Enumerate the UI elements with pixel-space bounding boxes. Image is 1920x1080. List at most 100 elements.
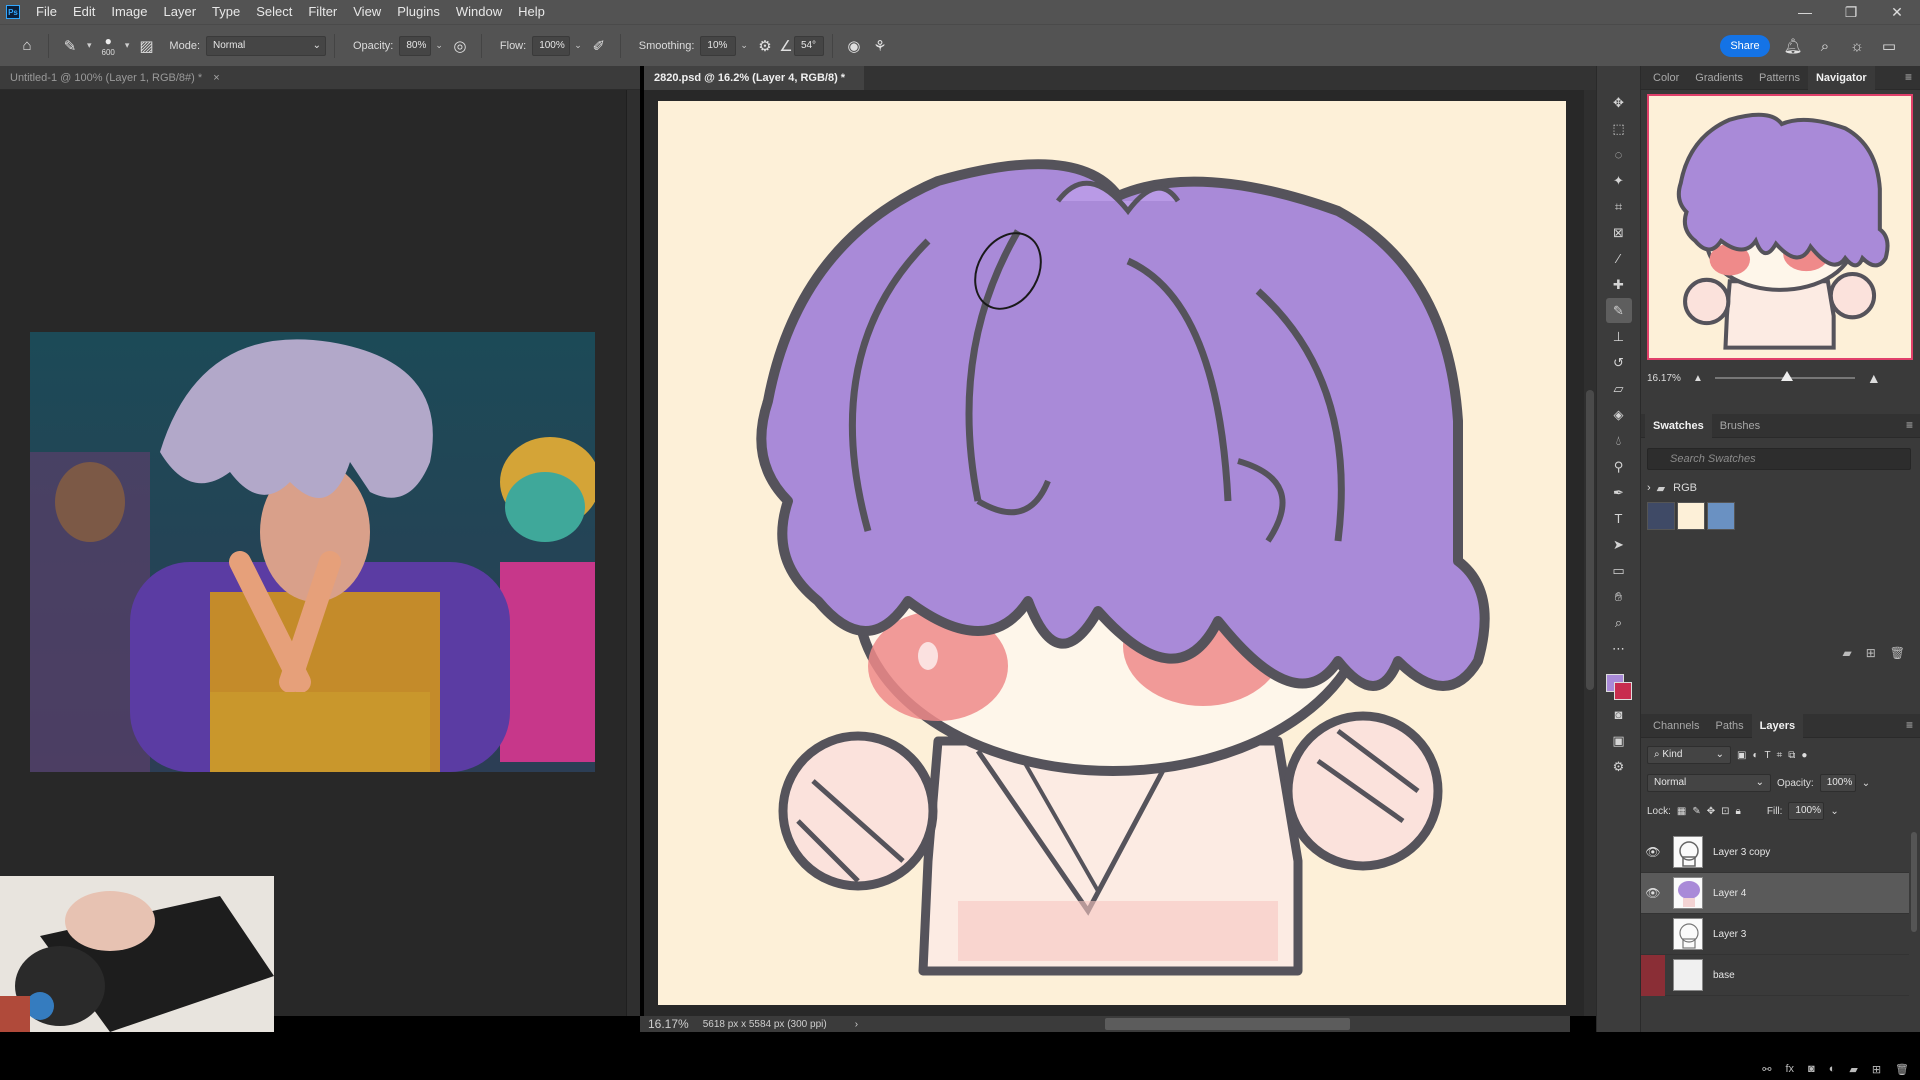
menu-window[interactable]: Window	[448, 0, 510, 24]
visibility-eye-icon[interactable]: 👁︎	[1641, 954, 1665, 996]
tab-navigator[interactable]: Navigator	[1807, 65, 1875, 90]
airbrush-icon[interactable]: ✐	[586, 33, 612, 59]
filter-smart-object-icon[interactable]: ⧉	[1788, 750, 1795, 761]
swatch-color[interactable]	[1647, 502, 1675, 530]
new-group-folder-icon[interactable]: ▰	[1849, 1063, 1857, 1076]
healing-brush-tool-icon[interactable]: ✚	[1606, 272, 1632, 297]
lock-artboard-icon[interactable]: ⊡	[1721, 806, 1729, 817]
menu-filter[interactable]: Filter	[300, 0, 345, 24]
eraser-tool-icon[interactable]: ▱	[1606, 376, 1632, 401]
menu-edit[interactable]: Edit	[65, 0, 103, 24]
add-mask-icon[interactable]: ◙	[1808, 1063, 1815, 1075]
menu-view[interactable]: View	[345, 0, 389, 24]
tab-swatches[interactable]: Swatches	[1645, 413, 1712, 438]
filter-toggle-icon[interactable]: ●	[1801, 750, 1807, 761]
layer-row[interactable]: 👁︎ Layer 3 copy	[1641, 832, 1909, 873]
swatch-group-rgb[interactable]: › ▰ RGB	[1647, 478, 1697, 498]
swatch-search-input[interactable]: Search Swatches	[1647, 448, 1911, 470]
notifications-bell-icon[interactable]: 🔔︎	[1780, 33, 1806, 59]
lock-pixels-icon[interactable]: ✎	[1692, 806, 1700, 817]
lasso-tool-icon[interactable]: ◌	[1606, 142, 1632, 167]
brush-size-picker[interactable]: ● 600	[102, 34, 115, 57]
panel-menu-icon[interactable]: ≡	[1905, 70, 1912, 84]
eyedropper-tool-icon[interactable]: ⁄	[1606, 246, 1632, 271]
workspace-layout-icon[interactable]: ▭	[1876, 33, 1902, 59]
discover-lightbulb-icon[interactable]: ☼	[1844, 33, 1870, 59]
adjustment-layer-icon[interactable]: ◐	[1829, 1063, 1836, 1075]
navigator-preview[interactable]	[1647, 94, 1913, 360]
link-layers-icon[interactable]: ⚯	[1762, 1063, 1771, 1076]
color-swatches[interactable]	[1604, 668, 1634, 702]
generative-fill-icon[interactable]: ⚙	[1606, 754, 1632, 779]
menu-plugins[interactable]: Plugins	[389, 0, 448, 24]
trash-icon[interactable]: 🗑︎	[1895, 1063, 1909, 1076]
swatch-color[interactable]	[1707, 502, 1735, 530]
angle-input[interactable]: 54°	[793, 35, 824, 56]
filter-type-icon[interactable]: T	[1765, 750, 1771, 761]
drawing-canvas[interactable]	[658, 101, 1566, 1005]
search-icon[interactable]: ⌕	[1812, 33, 1838, 59]
tab-brushes[interactable]: Brushes	[1712, 414, 1768, 438]
tab-color[interactable]: Color	[1645, 66, 1687, 90]
path-selection-tool-icon[interactable]: ➤	[1606, 532, 1632, 557]
menu-image[interactable]: Image	[103, 0, 155, 24]
new-swatch-icon[interactable]: ⊞	[1866, 646, 1876, 668]
layer-row[interactable]: 👁︎ base	[1641, 954, 1909, 996]
crop-tool-icon[interactable]: ⌗	[1606, 194, 1632, 219]
smoothing-input[interactable]: 10%	[700, 35, 737, 56]
lock-transparency-icon[interactable]: ▦	[1677, 806, 1686, 817]
symmetry-icon[interactable]: ⚘	[867, 33, 893, 59]
tab-channels[interactable]: Channels	[1645, 714, 1707, 738]
tab-gradients[interactable]: Gradients	[1687, 66, 1751, 90]
zoom-in-icon[interactable]: ▲	[1867, 370, 1881, 386]
menu-help[interactable]: Help	[510, 0, 553, 24]
pressure-size-icon[interactable]: ◉	[841, 33, 867, 59]
menu-layer[interactable]: Layer	[156, 0, 205, 24]
history-brush-tool-icon[interactable]: ↺	[1606, 350, 1632, 375]
rectangle-tool-icon[interactable]: ▭	[1606, 558, 1632, 583]
paint-bucket-tool-icon[interactable]: ◈	[1606, 402, 1632, 427]
blend-mode-select[interactable]: Normal ⌄	[1647, 774, 1771, 792]
chevron-down-icon[interactable]: ⌄	[1862, 778, 1870, 789]
type-tool-icon[interactable]: T	[1606, 506, 1632, 531]
filter-shape-icon[interactable]: ⌗	[1777, 750, 1783, 761]
tab-2820-psd[interactable]: 2820.psd @ 16.2% (Layer 4, RGB/8) * ×	[644, 66, 864, 108]
chevron-right-icon[interactable]: ›	[1647, 482, 1651, 494]
menu-select[interactable]: Select	[248, 0, 300, 24]
zoom-tool-icon[interactable]: ⌕	[1606, 610, 1632, 635]
move-tool-icon[interactable]: ✥	[1606, 90, 1632, 115]
layers-scrollbar[interactable]	[1911, 832, 1917, 932]
visibility-eye-icon[interactable]: 👁︎	[1641, 927, 1665, 941]
tab-patterns[interactable]: Patterns	[1751, 66, 1808, 90]
navigator-zoom-value[interactable]: 16.17%	[1647, 373, 1693, 384]
magic-wand-tool-icon[interactable]: ✦	[1606, 168, 1632, 193]
quick-mask-icon[interactable]: ◙	[1606, 702, 1632, 727]
horizontal-scrollbar-thumb[interactable]	[1105, 1018, 1350, 1030]
flow-input[interactable]: 100%	[532, 35, 571, 56]
more-tools-icon[interactable]: ⋯	[1606, 636, 1632, 661]
tab-untitled-1[interactable]: Untitled-1 @ 100% (Layer 1, RGB/8#) * ×	[0, 66, 640, 90]
blur-tool-icon[interactable]: 💧︎	[1606, 428, 1632, 453]
layer-row[interactable]: 👁︎ Layer 3	[1641, 914, 1909, 955]
navigator-zoom-slider[interactable]	[1714, 371, 1855, 381]
brush-tool-preset-icon[interactable]: ✎	[57, 33, 83, 59]
share-button[interactable]: Share	[1720, 35, 1770, 57]
chevron-down-icon[interactable]: ▾	[87, 40, 92, 51]
swatch-color[interactable]	[1677, 502, 1705, 530]
smoothing-settings-gear-icon[interactable]: ⚙	[752, 33, 778, 59]
trash-icon[interactable]: 🗑︎	[1890, 646, 1905, 668]
fill-input[interactable]: 100%	[1788, 802, 1825, 820]
opacity-input[interactable]: 80%	[399, 35, 432, 56]
chevron-down-icon[interactable]: ⌄	[435, 40, 443, 51]
screen-mode-icon[interactable]: ▣	[1606, 728, 1632, 753]
filter-pixel-icon[interactable]: ▣	[1737, 750, 1746, 761]
scrollbar-thumb[interactable]	[1586, 390, 1594, 690]
close-icon[interactable]: ×	[213, 72, 219, 84]
home-icon[interactable]: ⌂	[14, 33, 40, 59]
new-group-folder-icon[interactable]: ▰	[1842, 646, 1851, 668]
filter-adjustment-icon[interactable]: ◐	[1752, 750, 1758, 761]
menu-file[interactable]: File	[28, 0, 65, 24]
marquee-tool-icon[interactable]: ⬚	[1606, 116, 1632, 141]
brush-tool-icon[interactable]: ✎	[1605, 298, 1632, 323]
vertical-scrollbar[interactable]	[626, 90, 640, 1016]
